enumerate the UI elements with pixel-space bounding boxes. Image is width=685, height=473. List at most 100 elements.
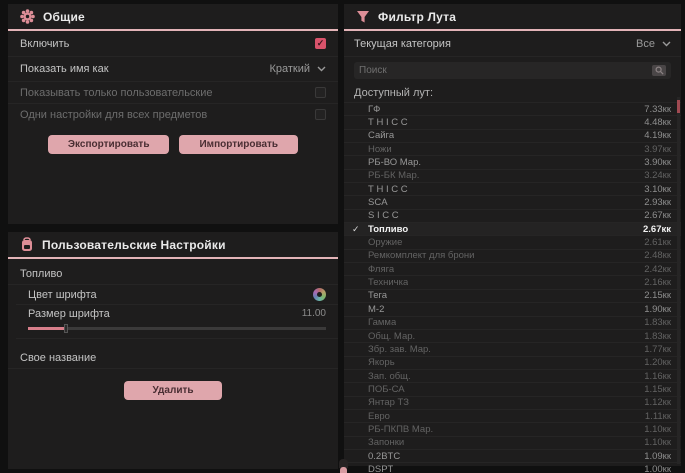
loot-item-name: Ремкомплект для брони [368, 250, 474, 261]
font-color-row: Цвет шрифта [16, 285, 338, 305]
loot-item-value: 2.15кк [644, 290, 671, 301]
loot-item-name: Общ. Мар. [368, 331, 415, 342]
list-item[interactable]: Зап. общ.1.16кк [344, 370, 681, 383]
list-item[interactable]: ПОБ-СА 1.15кк [344, 383, 681, 396]
loot-item-name: Топливо [368, 224, 408, 235]
color-wheel-icon[interactable] [313, 288, 326, 301]
list-item[interactable]: Гамма1.83кк [344, 317, 681, 330]
list-item[interactable]: ГФ 7.33кк [344, 103, 681, 116]
chevron-down-icon [317, 66, 326, 72]
loot-item-value: 2.93кк [644, 197, 671, 208]
loot-item-value: 3.10кк [644, 184, 671, 195]
loot-item-value: 1.00кк [644, 464, 671, 473]
loot-item-value: 2.67кк [643, 224, 671, 235]
only-custom-checkbox[interactable] [315, 87, 326, 98]
list-item[interactable]: Запонки1.10кк [344, 437, 681, 450]
list-item[interactable]: Евро1.11кк [344, 410, 681, 423]
loot-item-name: ПОБ-СА [368, 384, 405, 395]
user-settings-divider [8, 257, 338, 259]
list-item[interactable]: М-21.90кк [344, 303, 681, 316]
list-item[interactable]: РБ-ПКПВ Мар.1.10кк [344, 423, 681, 436]
import-export-row: Экспортировать Импортировать [8, 135, 338, 154]
list-item[interactable]: Общ. Мар. 1.83кк [344, 330, 681, 343]
loot-filter-title: Фильтр Лута [378, 10, 456, 24]
list-item[interactable]: DSPT 1.00кк [344, 463, 681, 473]
list-item[interactable]: РБ-БК Мар.3.24кк [344, 170, 681, 183]
show-name-dropdown[interactable]: Краткий [269, 63, 326, 75]
only-custom-row: Показывать только пользовательские [8, 82, 338, 104]
delete-button[interactable]: Удалить [124, 381, 221, 400]
list-item[interactable]: Янтар ТЗ 1.12кк [344, 397, 681, 410]
loot-item-value: 2.16кк [644, 277, 671, 288]
loot-item-name: Оружие [368, 237, 402, 248]
search-input[interactable] [359, 65, 652, 76]
loot-item-value: 4.19кк [644, 130, 671, 141]
loot-item-value: 1.83кк [644, 331, 671, 342]
category-dropdown[interactable]: Все [636, 38, 671, 50]
enable-label: Включить [20, 38, 69, 50]
loot-item-value: 3.97кк [644, 144, 671, 155]
loot-list-scrollbar-track[interactable] [677, 97, 680, 464]
search-box [354, 62, 671, 79]
loot-item-name: РБ-БК Мар. [368, 170, 419, 181]
list-item[interactable]: Ремкомплект для брони 2.48кк [344, 250, 681, 263]
loot-item-value: 1.12кк [644, 397, 671, 408]
list-item[interactable]: S I С С2.67кк [344, 210, 681, 223]
loot-item-name: SCA [368, 197, 388, 208]
import-button[interactable]: Импортировать [179, 135, 298, 154]
loot-item-value: 1.09кк [644, 451, 671, 462]
loot-item-value: 7.33кк [644, 104, 671, 115]
loot-item-name: Техничка [368, 277, 408, 288]
loot-item-name: ГФ [368, 104, 380, 115]
general-panel: Общие Включить ✓ Показать имя как Кратки… [8, 4, 338, 224]
show-name-label: Показать имя как [20, 63, 109, 75]
list-item[interactable]: SCA 2.93кк [344, 196, 681, 209]
font-size-slider[interactable] [28, 327, 326, 330]
loot-item-value: 1.10кк [644, 437, 671, 448]
loot-item-name: DSPT [368, 464, 393, 473]
export-button[interactable]: Экспортировать [48, 135, 170, 154]
custom-name-label: Свое название [20, 352, 96, 364]
same-settings-checkbox[interactable] [315, 109, 326, 120]
list-item[interactable]: Т Н I С С3.10кк [344, 183, 681, 196]
loot-item-value: 1.83кк [644, 317, 671, 328]
list-item[interactable]: Ножи 3.97кк [344, 143, 681, 156]
loot-item-name: Ножи [368, 144, 392, 155]
list-item[interactable]: ✓Топливо2.67кк [344, 223, 681, 236]
loot-item-name: Тега [368, 290, 387, 301]
same-settings-row: Одни настройки для всех предметов [8, 104, 338, 125]
loot-item-name: РБ-ПКПВ Мар. [368, 424, 433, 435]
enable-checkbox[interactable]: ✓ [315, 38, 326, 49]
show-name-row: Показать имя как Краткий [8, 57, 338, 82]
list-item[interactable]: Тега 2.15кк [344, 290, 681, 303]
chevron-down-icon [662, 41, 671, 47]
list-item[interactable]: Збр. зав. Мар.1.77кк [344, 343, 681, 356]
loot-item-name: Сайга [368, 130, 394, 141]
loot-list-scrollbar-thumb[interactable] [677, 100, 680, 113]
loot-item-value: 1.15кк [644, 384, 671, 395]
custom-name-input[interactable] [104, 352, 326, 364]
only-custom-label: Показывать только пользовательские [20, 87, 213, 99]
list-item[interactable]: Якорь1.20кк [344, 357, 681, 370]
loot-item-name: Евро [368, 411, 390, 422]
list-item[interactable]: Техничка 2.16кк [344, 276, 681, 289]
same-settings-label: Одни настройки для всех предметов [20, 109, 207, 121]
search-icon[interactable] [652, 65, 666, 76]
loot-item-name: Янтар ТЗ [368, 397, 409, 408]
list-item[interactable]: Оружие2.61кк [344, 236, 681, 249]
available-loot-label: Доступный лут: [344, 83, 681, 102]
general-panel-title: Общие [43, 10, 85, 24]
list-item[interactable]: 0.2BTC 1.09кк [344, 450, 681, 463]
loot-item-value: 2.67кк [644, 210, 671, 221]
list-item[interactable]: Сайга 4.19кк [344, 130, 681, 143]
font-size-slider-fill [28, 327, 64, 330]
list-item[interactable]: Т Н I С С4.48кк [344, 116, 681, 129]
font-size-slider-thumb[interactable] [64, 324, 68, 333]
font-size-label: Размер шрифта [28, 308, 110, 320]
loot-item-name: 0.2BTC [368, 451, 400, 462]
list-item[interactable]: Фляга2.42кк [344, 263, 681, 276]
list-item[interactable]: РБ-ВО Мар.3.90кк [344, 156, 681, 169]
custom-name-row: Свое название [8, 347, 338, 369]
loot-filter-panel: Фильтр Лута Текущая категория Все Доступ… [344, 4, 681, 466]
loot-item-value: 2.48кк [644, 250, 671, 261]
